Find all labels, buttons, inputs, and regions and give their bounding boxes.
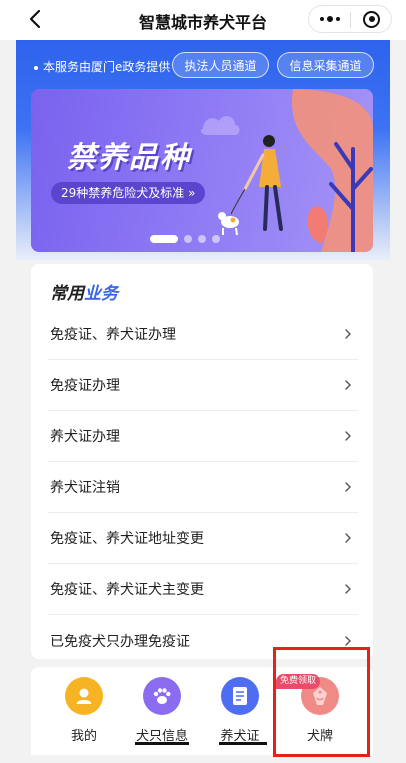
services-heading: 常用业务: [50, 284, 118, 304]
service-row-owner-change[interactable]: 免疫证、养犬证犬主变更: [48, 564, 358, 615]
service-row-immunization[interactable]: 免疫证办理: [48, 360, 358, 411]
chevron-right-icon: [345, 329, 351, 339]
chevron-right-icon: [345, 380, 351, 390]
service-label: 养犬证注销: [50, 480, 120, 496]
document-icon: [221, 677, 259, 715]
provider-note: 本服务由厦门e政务提供: [34, 58, 170, 75]
carousel-dot-active[interactable]: [150, 235, 178, 243]
carousel-indicator: [150, 235, 220, 243]
services-list: 免疫证、养犬证办理 免疫证办理 养犬证办理 养犬证注销 免疫证、养犬证地址变更 …: [48, 309, 358, 666]
service-label: 免疫证、养犬证犬主变更: [50, 582, 204, 598]
carousel-dot[interactable]: [198, 235, 206, 243]
banner-title: 禁养品种: [67, 140, 192, 174]
service-row-address-change[interactable]: 免疫证、养犬证地址变更: [48, 513, 358, 564]
more-dots-icon[interactable]: [309, 6, 350, 32]
paw-icon: [143, 677, 181, 715]
banner-subtitle-link[interactable]: 29种禁养危险犬及标准 »: [51, 182, 206, 204]
law-enforcement-channel-button[interactable]: 执法人员通道: [172, 52, 269, 78]
underline-annotation: [219, 742, 267, 745]
service-label: 养犬证办理: [50, 429, 120, 445]
bottom-edge: [0, 757, 406, 763]
nav-label: 我的: [70, 729, 97, 744]
underline-annotation: [135, 742, 189, 745]
carousel-dot[interactable]: [212, 235, 220, 243]
service-label: 已免疫犬只办理免疫证: [50, 633, 190, 650]
chevron-right-icon: [345, 482, 351, 492]
info-collection-channel-button[interactable]: 信息采集通道: [277, 52, 374, 78]
chevron-right-icon: [345, 584, 351, 594]
banned-breeds-banner[interactable]: 禁养品种 29种禁养危险犬及标准 »: [31, 89, 373, 252]
chevron-right-icon: [345, 635, 351, 646]
title-bar: 智慧城市养犬平台: [0, 0, 406, 40]
highlight-box: [273, 647, 370, 757]
service-row-dog-license[interactable]: 养犬证办理: [48, 411, 358, 462]
target-close-icon[interactable]: [351, 6, 392, 32]
carousel-dot[interactable]: [184, 235, 192, 243]
chevron-right-icon: [345, 431, 351, 441]
service-label: 免疫证办理: [50, 378, 120, 394]
service-row-immunization-and-license[interactable]: 免疫证、养犬证办理: [48, 309, 358, 360]
common-services-card: 常用业务 免疫证、养犬证办理 免疫证办理 养犬证办理 养犬证注销 免疫证、养犬证…: [31, 264, 373, 659]
chevron-right-icon: [345, 533, 351, 543]
service-label: 免疫证、养犬证地址变更: [50, 531, 204, 547]
mini-program-capsule: [308, 5, 392, 33]
nav-item-mine[interactable]: 我的: [44, 667, 124, 755]
user-icon: [65, 677, 103, 715]
service-row-license-cancel[interactable]: 养犬证注销: [48, 462, 358, 513]
service-label: 免疫证、养犬证办理: [50, 327, 176, 343]
